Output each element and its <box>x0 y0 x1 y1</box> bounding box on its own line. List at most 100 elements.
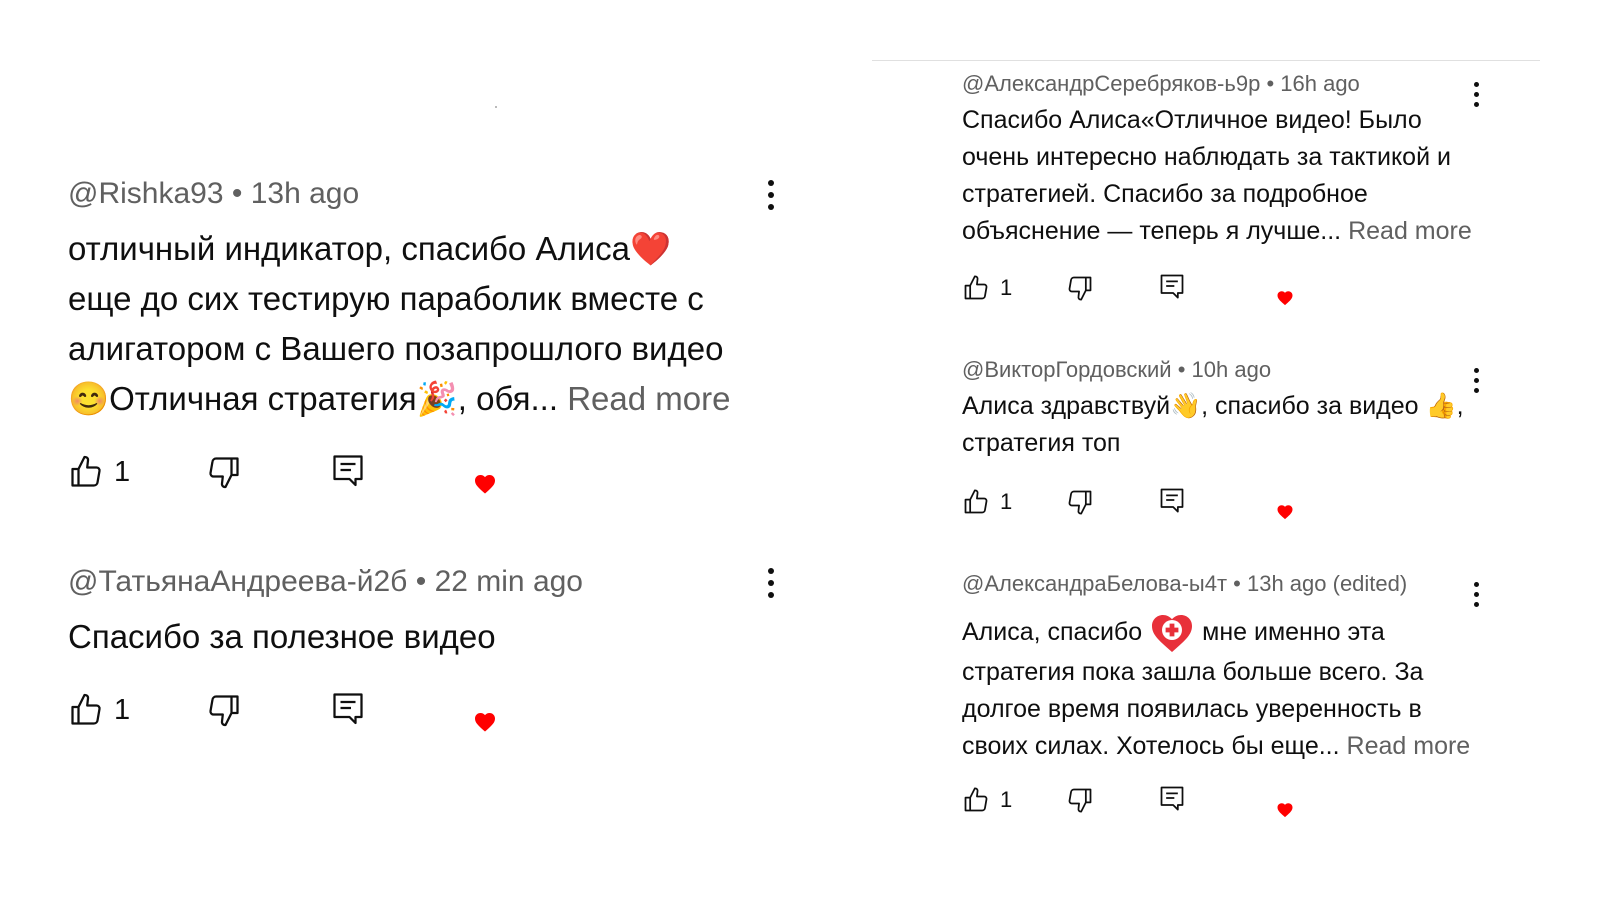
comment-header: @ТатьянаАндреева-й2б • 22 min ago <box>68 564 808 600</box>
comment-thread: @АлександрСеребряков-ь9р • 16h ago Спаси… <box>962 70 1522 250</box>
comment-text: отличный индикатор, спасибо Алиса❤️ еще … <box>68 224 808 424</box>
like-count: 1 <box>114 693 131 726</box>
like-count: 1 <box>114 455 131 488</box>
comment-header: @АлександраБелова-ы4т • 13h ago (edited) <box>962 570 1522 598</box>
comment-line-text: Алиса, спасибо <box>962 617 1143 646</box>
divider <box>872 60 1540 61</box>
meta-separator: • <box>1266 71 1281 96</box>
comment-header: @Rishka93 • 13h ago <box>68 176 808 212</box>
meta-separator: • <box>1233 571 1247 596</box>
reply-button[interactable] <box>1158 486 1186 514</box>
meta-separator: • <box>1177 357 1192 382</box>
like-count: 1 <box>1000 489 1013 514</box>
thumb-up-icon <box>68 692 104 728</box>
dislike-button[interactable] <box>206 454 242 490</box>
thumb-down-icon <box>206 692 242 728</box>
comment-text: Алиса здравствуй👋, спасибо за видео 👍, с… <box>962 388 1522 462</box>
comment-thread: @Rishka93 • 13h ago отличный индикатор, … <box>68 176 808 424</box>
comment-line: очень интересно наблюдать за тактикой и <box>962 143 1451 171</box>
dislike-button[interactable] <box>206 692 242 728</box>
comment-line: стратегия топ <box>962 429 1121 457</box>
reply-comment-icon <box>1158 784 1186 812</box>
like-button[interactable]: 1 <box>68 454 130 490</box>
reply-comment-icon <box>330 452 366 488</box>
like-count: 1 <box>1000 787 1013 812</box>
reply-comment-icon <box>1158 486 1186 514</box>
meta-separator: • <box>231 177 251 210</box>
thumb-down-icon <box>206 454 242 490</box>
comment-header: @ВикторГордовский • 10h ago <box>962 356 1522 384</box>
more-vertical-icon[interactable] <box>1474 80 1479 107</box>
read-more-link[interactable]: Read more <box>1347 732 1471 760</box>
like-count: 1 <box>1000 275 1013 300</box>
reply-button[interactable] <box>1158 272 1186 300</box>
comment-author[interactable]: @Rishka93 <box>68 177 224 210</box>
comment-line: Алиса, спасибо мне именно эта <box>962 610 1522 654</box>
heart-icon[interactable] <box>473 710 497 734</box>
comment-line: стратегией. Спасибо за подробное <box>962 180 1368 208</box>
comment-line-text: 😊Отличная стратегия🎉, обя... <box>68 380 559 417</box>
reply-button[interactable] <box>1158 784 1186 812</box>
comment-line: долгое время появилась уверенность в <box>962 695 1422 723</box>
read-more-link[interactable]: Read more <box>567 380 730 417</box>
thumb-up-icon <box>962 274 990 302</box>
comment-time: 13h ago <box>250 177 360 210</box>
comment-time: 22 min ago <box>434 565 583 598</box>
heart-icon[interactable] <box>1276 289 1294 307</box>
like-button[interactable]: 1 <box>962 488 1012 516</box>
thumb-down-icon <box>1066 786 1094 814</box>
more-vertical-icon[interactable] <box>768 564 774 598</box>
thumb-up-icon <box>962 488 990 516</box>
comment-line: Спасибо за полезное видео <box>68 618 496 655</box>
like-button[interactable]: 1 <box>962 786 1012 814</box>
comment-line: еще до сих тестирую параболик вместе с <box>68 280 704 317</box>
meta-separator: • <box>415 565 435 598</box>
comment-thread: @АлександраБелова-ы4т • 13h ago (edited)… <box>962 570 1522 765</box>
comment-header: @АлександрСеребряков-ь9р • 16h ago <box>962 70 1522 98</box>
comment-author[interactable]: @АлександрСеребряков-ь9р <box>962 71 1260 96</box>
dislike-button[interactable] <box>1066 274 1094 302</box>
comment-text: Спасибо Алиса«Отличное видео! Было очень… <box>962 102 1522 250</box>
comment-time: 10h ago <box>1191 357 1272 382</box>
read-more-link[interactable]: Read more <box>1348 217 1472 245</box>
comment-line-text: объяснение — теперь я лучше... <box>962 217 1342 245</box>
like-button[interactable]: 1 <box>962 274 1012 302</box>
comment-author[interactable]: @ВикторГордовский <box>962 357 1172 382</box>
comment-line: стратегия пока зашла больше всего. За <box>962 658 1424 686</box>
heart-icon[interactable] <box>1276 801 1294 819</box>
comment-thread: @ТатьянаАндреева-й2б • 22 min ago Спасиб… <box>68 564 808 662</box>
heart-with-cross-icon <box>1152 615 1193 652</box>
like-button[interactable]: 1 <box>68 692 130 728</box>
comment-line: объяснение — теперь я лучше... Read more <box>962 213 1522 250</box>
reply-button[interactable] <box>330 690 366 726</box>
more-vertical-icon[interactable] <box>1474 580 1479 607</box>
comment-line: своих силах. Хотелось бы еще... Read mor… <box>962 728 1522 765</box>
decorative-dot <box>495 106 497 108</box>
comment-thread: @ВикторГордовский • 10h ago Алиса здравс… <box>962 356 1522 462</box>
thumb-down-icon <box>1066 274 1094 302</box>
dislike-button[interactable] <box>1066 786 1094 814</box>
reply-comment-icon <box>330 690 366 726</box>
comment-author[interactable]: @АлександраБелова-ы4т <box>962 571 1227 596</box>
comment-line: 😊Отличная стратегия🎉, обя... Read more <box>68 374 808 424</box>
dislike-button[interactable] <box>1066 488 1094 516</box>
thumb-up-icon <box>962 786 990 814</box>
heart-icon[interactable] <box>473 472 497 496</box>
comment-time: 16h ago <box>1280 71 1360 96</box>
reply-button[interactable] <box>330 452 366 488</box>
reply-comment-icon <box>1158 272 1186 300</box>
more-vertical-icon[interactable] <box>768 176 774 210</box>
comment-line-text: мне именно эта <box>1202 617 1385 646</box>
comment-text: Алиса, спасибо мне именно эта стратегия … <box>962 610 1522 765</box>
comment-line: Спасибо Алиса«Отличное видео! Было <box>962 106 1422 134</box>
heart-icon[interactable] <box>1276 503 1294 521</box>
comment-author[interactable]: @ТатьянаАндреева-й2б <box>68 565 407 598</box>
thumb-up-icon <box>68 454 104 490</box>
comment-line: алигатором с Вашего позапрошлого видео <box>68 330 724 367</box>
comment-time: 13h ago (edited) <box>1246 571 1408 596</box>
thumb-down-icon <box>1066 488 1094 516</box>
more-vertical-icon[interactable] <box>1474 366 1479 393</box>
comment-line-text: своих силах. Хотелось бы еще... <box>962 732 1340 760</box>
comment-line: отличный индикатор, спасибо Алиса❤️ <box>68 230 672 267</box>
comment-line: Алиса здравствуй👋, спасибо за видео 👍, <box>962 392 1464 420</box>
